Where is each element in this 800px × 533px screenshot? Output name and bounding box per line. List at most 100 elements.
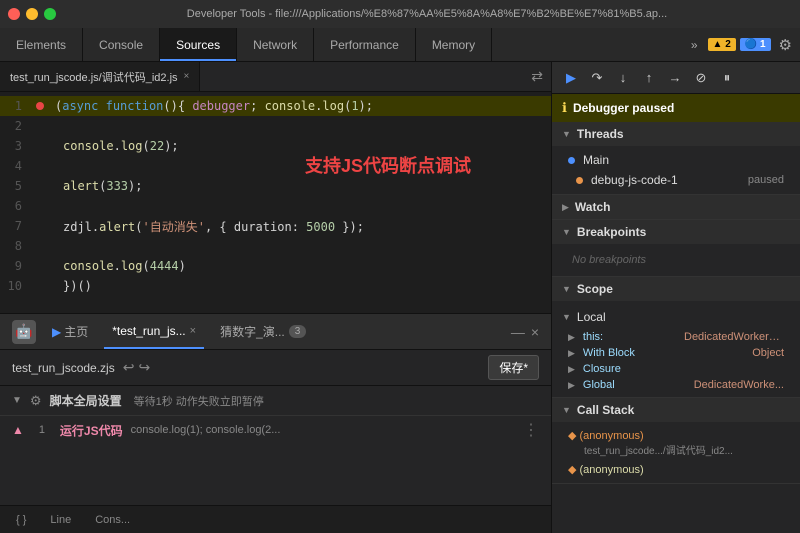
overlay-tab-test[interactable]: *test_run_js... × bbox=[104, 314, 204, 349]
thread-dot-main bbox=[568, 157, 575, 164]
breakpoint-1[interactable] bbox=[36, 102, 44, 110]
threads-section: ▼ Threads Main debug-js-code-1 paused bbox=[552, 122, 800, 195]
scope-item-with-block: ▶ With Block Object bbox=[552, 345, 800, 361]
scope-local-header[interactable]: ▼ Local bbox=[552, 305, 800, 329]
file-tab-bar: test_run_jscode.js/调试代码_id2.js × ⇄ bbox=[0, 62, 551, 92]
overlay-filename: test_run_jscode.zjs bbox=[12, 361, 115, 375]
step-into-button[interactable]: ↓ bbox=[612, 67, 634, 89]
callstack-collapse-icon: ▼ bbox=[562, 405, 571, 415]
thread-status-debug: paused bbox=[748, 174, 784, 186]
run-js-section: ▲ 1 运行JS代码 console.log(1); console.log(2… bbox=[0, 416, 551, 444]
callstack-title: Call Stack bbox=[577, 403, 634, 417]
info-badge: 🔵 1 bbox=[740, 38, 771, 51]
resume-button[interactable]: ▶ bbox=[560, 67, 582, 89]
callstack-item-2[interactable]: (anonymous) bbox=[552, 460, 800, 479]
watch-section: ▶ Watch bbox=[552, 195, 800, 220]
step-button[interactable]: → bbox=[664, 67, 686, 89]
code-line-2: 2 bbox=[0, 116, 551, 136]
thread-debug-js[interactable]: debug-js-code-1 paused bbox=[552, 170, 800, 190]
file-nav-button[interactable]: ⇄ bbox=[523, 68, 551, 85]
minimize-window-button[interactable] bbox=[26, 8, 38, 20]
pause-on-exception-button[interactable]: ⏸ bbox=[716, 67, 738, 89]
thread-main[interactable]: Main bbox=[552, 150, 800, 170]
callstack-section-header[interactable]: ▼ Call Stack bbox=[552, 398, 800, 422]
overlay-tab-guess[interactable]: 猜数字_演... 3 bbox=[212, 314, 314, 349]
warning-badge: ▲ 2 bbox=[708, 38, 736, 51]
callstack-item-1[interactable]: (anonymous) test_run_jscode.../调试代码_id2.… bbox=[552, 426, 800, 460]
close-window-button[interactable] bbox=[8, 8, 20, 20]
overlay-tab-home[interactable]: ▶ 主页 bbox=[44, 314, 96, 349]
scope-item-this-arrow[interactable]: ▶ bbox=[568, 332, 575, 343]
tab-elements[interactable]: Elements bbox=[0, 28, 83, 61]
bottom-tab-console[interactable]: Cons... bbox=[87, 506, 138, 533]
minimize-overlay-button[interactable]: — bbox=[511, 324, 525, 340]
scope-item-closure-arrow[interactable]: ▶ bbox=[568, 364, 575, 375]
tab-performance[interactable]: Performance bbox=[314, 28, 416, 61]
debug-toolbar: ▶ ↷ ↓ ↑ → ⊘ ⏸ bbox=[552, 62, 800, 94]
step-over-button[interactable]: ↷ bbox=[586, 67, 608, 89]
scope-val-with: Object bbox=[752, 347, 784, 359]
breakpoints-section: ▼ Breakpoints No breakpoints bbox=[552, 220, 800, 277]
deactivate-breakpoints-button[interactable]: ⊘ bbox=[690, 67, 712, 89]
maximize-window-button[interactable] bbox=[44, 8, 56, 20]
run-arrow-icon[interactable]: ▲ bbox=[12, 423, 24, 437]
paused-icon: ℹ bbox=[562, 100, 567, 116]
tab-sources[interactable]: Sources bbox=[160, 28, 237, 61]
scope-item-this: ▶ this: DedicatedWorkerGlobal... bbox=[552, 329, 800, 345]
more-tabs-button[interactable]: » bbox=[691, 38, 698, 52]
file-tab-name: test_run_jscode.js/调试代码_id2.js bbox=[10, 69, 178, 85]
file-tab-close-icon[interactable]: × bbox=[184, 71, 190, 82]
devtools-tab-bar: Elements Console Sources Network Perform… bbox=[0, 28, 800, 62]
scope-key-global: Global bbox=[583, 379, 615, 391]
scope-val-global: DedicatedWorke... bbox=[694, 379, 784, 391]
breakpoints-body: No breakpoints bbox=[552, 244, 800, 276]
play-icon: ▶ bbox=[52, 325, 61, 339]
run-more-icon[interactable]: ⋮ bbox=[523, 420, 539, 440]
callstack-body: (anonymous) test_run_jscode.../调试代码_id2.… bbox=[552, 422, 800, 483]
breakpoints-section-header[interactable]: ▼ Breakpoints bbox=[552, 220, 800, 244]
code-line-4: 4 bbox=[0, 156, 551, 176]
window-title: Developer Tools - file:///Applications/%… bbox=[62, 8, 792, 20]
overlay-bottom-tabs: { } Line Cons... bbox=[0, 505, 551, 533]
callstack-section: ▼ Call Stack (anonymous) test_run_jscode… bbox=[552, 398, 800, 484]
undo-redo-buttons: ↩ ↪ bbox=[123, 359, 150, 376]
paused-text: Debugger paused bbox=[573, 101, 674, 115]
threads-collapse-icon: ▼ bbox=[562, 129, 571, 139]
settings-collapse-icon[interactable]: ▼ bbox=[12, 395, 22, 406]
threads-section-header[interactable]: ▼ Threads bbox=[552, 122, 800, 146]
thread-dot-debug bbox=[576, 177, 583, 184]
code-line-9: 9 console.log(4444) bbox=[0, 256, 551, 276]
watch-section-header[interactable]: ▶ Watch bbox=[552, 195, 800, 219]
scope-val-this: DedicatedWorkerGlobal... bbox=[684, 331, 784, 343]
overlay-tab-close-icon[interactable]: × bbox=[190, 325, 196, 337]
breakpoints-title: Breakpoints bbox=[577, 225, 646, 239]
tab-network[interactable]: Network bbox=[237, 28, 314, 61]
tab-more-area: » ▲ 2 🔵 1 ⚙ bbox=[683, 36, 800, 54]
close-overlay-button[interactable]: × bbox=[531, 324, 539, 340]
run-code-preview: console.log(1); console.log(2... bbox=[131, 424, 281, 436]
global-settings-section: ▼ ⚙ 脚本全局设置 等待1秒 动作失败立即暂停 bbox=[0, 386, 551, 416]
step-out-button[interactable]: ↑ bbox=[638, 67, 660, 89]
thread-name-debug: debug-js-code-1 bbox=[591, 173, 678, 187]
line-content-1: (async function(){ debugger; console.log… bbox=[47, 99, 373, 113]
tab-memory[interactable]: Memory bbox=[416, 28, 492, 61]
bottom-tab-line[interactable]: Line bbox=[42, 506, 79, 533]
settings-icon[interactable]: ⚙ bbox=[779, 36, 792, 54]
scope-collapse-icon: ▼ bbox=[562, 284, 571, 294]
redo-button[interactable]: ↪ bbox=[138, 359, 150, 376]
scope-body: ▼ Local ▶ this: DedicatedWorkerGlobal...… bbox=[552, 301, 800, 397]
scope-title: Scope bbox=[577, 282, 613, 296]
save-button[interactable]: 保存* bbox=[488, 355, 539, 380]
tab-console[interactable]: Console bbox=[83, 28, 160, 61]
automation-panel: 🤖 ▶ 主页 *test_run_js... × 猜数字_演... 3 bbox=[0, 313, 551, 533]
gear-icon: ⚙ bbox=[30, 393, 42, 409]
code-editor[interactable]: 1 (async function(){ debugger; console.l… bbox=[0, 92, 551, 533]
scope-section-header[interactable]: ▼ Scope bbox=[552, 277, 800, 301]
scope-item-global-arrow[interactable]: ▶ bbox=[568, 380, 575, 391]
scope-item-with-block-arrow[interactable]: ▶ bbox=[568, 348, 575, 359]
bottom-tab-brackets[interactable]: { } bbox=[8, 506, 34, 533]
code-line-3: 3 console.log(22); bbox=[0, 136, 551, 156]
undo-button[interactable]: ↩ bbox=[123, 359, 135, 376]
file-tab[interactable]: test_run_jscode.js/调试代码_id2.js × bbox=[0, 62, 200, 91]
threads-list: Main debug-js-code-1 paused bbox=[552, 146, 800, 194]
